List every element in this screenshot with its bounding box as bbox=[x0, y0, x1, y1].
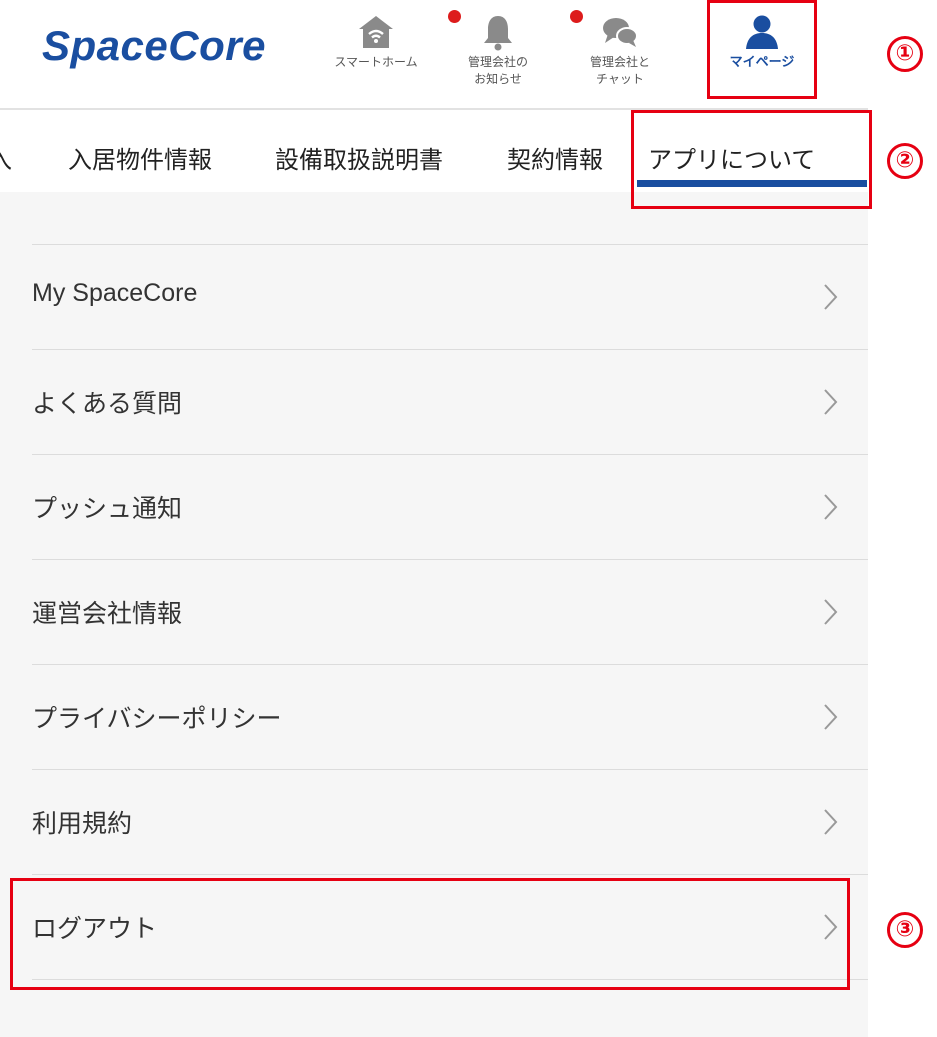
menu-item-label: 利用規約 bbox=[32, 809, 133, 838]
tab-partial[interactable]: 入 bbox=[0, 140, 12, 175]
menu-item-operator-info[interactable]: 運営会社情報 bbox=[32, 560, 868, 665]
nav-management-chat[interactable]: 管理会社と チャット bbox=[560, 8, 680, 100]
notification-badge bbox=[570, 10, 583, 23]
nav-label-smart-home: スマートホーム bbox=[334, 55, 418, 69]
chevron-right-icon bbox=[824, 389, 838, 415]
menu-item-my-spacecore[interactable]: My SpaceCore bbox=[32, 245, 868, 350]
tab-property-info[interactable]: 入居物件情報 bbox=[68, 140, 212, 175]
annotation-box-2 bbox=[631, 110, 872, 209]
annotation-box-1 bbox=[707, 0, 817, 99]
chevron-right-icon bbox=[824, 599, 838, 625]
menu-item-label: My SpaceCore bbox=[32, 279, 198, 307]
menu-item-faq[interactable]: よくある質問 bbox=[32, 350, 868, 455]
chevron-right-icon bbox=[824, 494, 838, 520]
home-wifi-icon bbox=[359, 16, 393, 48]
annotation-box-3 bbox=[10, 878, 850, 990]
menu-item-label: 運営会社情報 bbox=[32, 599, 183, 628]
chevron-right-icon bbox=[824, 284, 838, 310]
menu-item-label: プライバシーポリシー bbox=[32, 704, 282, 733]
nav-management-notices[interactable]: 管理会社の お知らせ bbox=[438, 8, 558, 100]
nav-label-chat: 管理会社と チャット bbox=[589, 55, 650, 86]
menu-item-privacy-policy[interactable]: プライバシーポリシー bbox=[32, 665, 868, 770]
tab-equipment-manual[interactable]: 設備取扱説明書 bbox=[275, 140, 443, 175]
annotation-number-2: ② bbox=[887, 143, 923, 179]
notification-badge bbox=[448, 10, 461, 23]
chevron-right-icon bbox=[824, 809, 838, 835]
menu-item-push-notifications[interactable]: プッシュ通知 bbox=[32, 455, 868, 560]
nav-smart-home[interactable]: スマートホーム bbox=[316, 8, 436, 100]
annotation-number-3: ③ bbox=[887, 912, 923, 948]
bell-icon bbox=[484, 16, 512, 51]
menu-item-label: よくある質問 bbox=[32, 389, 183, 418]
chevron-right-icon bbox=[824, 704, 838, 730]
menu-item-label: プッシュ通知 bbox=[32, 494, 183, 523]
nav-label-notices: 管理会社の お知らせ bbox=[467, 55, 528, 86]
menu-item-terms-of-use[interactable]: 利用規約 bbox=[32, 770, 868, 875]
tab-contract-info[interactable]: 契約情報 bbox=[507, 140, 603, 175]
chat-bubbles-icon bbox=[603, 18, 638, 47]
spacecore-logo: SpaceCore bbox=[42, 22, 266, 69]
annotation-number-1: ① bbox=[887, 36, 923, 72]
about-app-menu: My SpaceCore よくある質問 プッシュ通知 運営会社情報 プライバシー… bbox=[32, 244, 868, 980]
